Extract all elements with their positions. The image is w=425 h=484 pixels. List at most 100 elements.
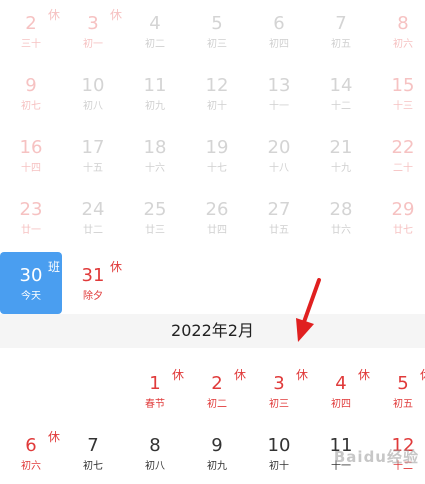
day-number: 17 xyxy=(81,137,105,158)
day-cell[interactable]: 11 初九 xyxy=(124,62,186,124)
day-cell[interactable]: 23 廿一 xyxy=(0,186,62,248)
day-cell[interactable]: 9 初七 xyxy=(0,62,62,124)
day-cell[interactable]: 31 除夕休 xyxy=(62,252,124,314)
day-cell[interactable]: 17 十五 xyxy=(62,124,124,186)
day-cell[interactable]: 7 初七 xyxy=(62,422,124,484)
day-cell[interactable]: 4 初二 xyxy=(124,0,186,62)
lunar-date-label: 初三 xyxy=(207,39,227,50)
lunar-date-label: 今天 xyxy=(21,291,41,302)
day-cell[interactable]: 18 十六 xyxy=(124,124,186,186)
day-number: 5 xyxy=(397,373,409,394)
holiday-badge: 休 xyxy=(420,366,425,383)
holiday-badge: 休 xyxy=(47,430,60,444)
day-cell[interactable]: 3 初三休 xyxy=(248,360,310,422)
day-cell[interactable]: 2 初二休 xyxy=(186,360,248,422)
holiday-badge: 休 xyxy=(233,368,246,382)
day-number: 28 xyxy=(329,199,353,220)
day-cell[interactable]: 8 初八 xyxy=(124,422,186,484)
day-number: 11 xyxy=(143,75,167,96)
lunar-date-label: 初三 xyxy=(269,399,289,410)
day-cell[interactable]: 25 廿三 xyxy=(124,186,186,248)
lunar-date-label: 十四 xyxy=(21,163,41,174)
lunar-date-label: 春节 xyxy=(145,399,165,410)
lunar-date-label: 初八 xyxy=(145,461,165,472)
lunar-date-label: 初六 xyxy=(21,461,41,472)
day-cell[interactable]: 6 初四 xyxy=(248,0,310,62)
day-cell[interactable]: 5 初三 xyxy=(186,0,248,62)
lunar-date-label: 廿二 xyxy=(83,225,103,236)
lunar-date-label: 十一 xyxy=(269,101,289,112)
day-cell[interactable]: 10 初十 xyxy=(248,422,310,484)
day-number: 23 xyxy=(19,199,43,220)
week-row: 16 十四 17 十五 18 十六 19 十七 20 十八 21 十九 22 二十 xyxy=(0,124,425,186)
day-number: 18 xyxy=(143,137,167,158)
lunar-date-label: 初二 xyxy=(207,399,227,410)
day-number: 7 xyxy=(335,13,347,34)
week-row: 23 廿一 24 廿二 25 廿三 26 廿四 27 廿五 28 廿六 29 廿七 xyxy=(0,186,425,248)
week-row: 9 初七 10 初八 11 初九 12 初十 13 十一 14 十二 15 十三 xyxy=(0,62,425,124)
lunar-date-label: 初七 xyxy=(21,101,41,112)
lunar-date-label: 十三 xyxy=(393,101,413,112)
lunar-date-label: 廿三 xyxy=(145,225,165,236)
today-day-cell[interactable]: 30 今天班 xyxy=(0,252,62,314)
day-cell[interactable]: 12 初十 xyxy=(186,62,248,124)
day-number: 5 xyxy=(211,13,223,34)
day-cell[interactable]: 3 初一休 xyxy=(62,0,124,62)
day-cell[interactable]: 10 初八 xyxy=(62,62,124,124)
day-number: 20 xyxy=(267,137,291,158)
lunar-date-label: 初十 xyxy=(269,461,289,472)
lunar-date-label: 二十 xyxy=(393,163,413,174)
day-number: 12 xyxy=(205,75,229,96)
lunar-date-label: 廿五 xyxy=(269,225,289,236)
lunar-date-label: 十七 xyxy=(207,163,227,174)
day-cell[interactable]: 22 二十 xyxy=(372,124,425,186)
day-cell[interactable]: 2 三十休 xyxy=(0,0,62,62)
lunar-date-label: 廿六 xyxy=(331,225,351,236)
holiday-badge: 休 xyxy=(109,8,122,22)
day-number: 19 xyxy=(205,137,229,158)
day-number: 9 xyxy=(211,435,223,456)
day-cell[interactable]: 21 十九 xyxy=(310,124,372,186)
january-calendar-grid: 2 三十休 3 初一休 4 初二 5 初三 6 初四 7 初五 8 初六 9 初七 10 初八 11 初九 12 初十 13… xyxy=(0,0,425,248)
day-cell[interactable]: 8 初六 xyxy=(372,0,425,62)
lunar-date-label: 除夕 xyxy=(83,291,103,302)
day-cell[interactable]: 29 廿七 xyxy=(372,186,425,248)
lunar-date-label: 十九 xyxy=(331,163,351,174)
lunar-date-label: 十五 xyxy=(83,163,103,174)
empty-day-cell xyxy=(0,360,62,422)
day-cell[interactable]: 26 廿四 xyxy=(186,186,248,248)
day-number: 25 xyxy=(143,199,167,220)
week-row: 30 今天班 31 除夕休 xyxy=(0,252,425,314)
holiday-badge: 休 xyxy=(171,368,184,382)
day-cell[interactable]: 6 初六休 xyxy=(0,422,62,484)
lunar-date-label: 初七 xyxy=(83,461,103,472)
holiday-badge: 休 xyxy=(109,260,122,274)
day-cell[interactable]: 28 廿六 xyxy=(310,186,372,248)
day-number: 24 xyxy=(81,199,105,220)
lunar-date-label: 三十 xyxy=(21,39,41,50)
day-cell[interactable]: 19 十七 xyxy=(186,124,248,186)
lunar-date-label: 十六 xyxy=(145,163,165,174)
day-number: 10 xyxy=(267,435,291,456)
lunar-date-label: 初九 xyxy=(145,101,165,112)
day-cell[interactable]: 24 廿二 xyxy=(62,186,124,248)
watermark-logo: Baidu经验 xyxy=(333,448,419,466)
day-cell[interactable]: 4 初四休 xyxy=(310,360,372,422)
day-cell[interactable]: 13 十一 xyxy=(248,62,310,124)
lunar-date-label: 初一 xyxy=(83,39,103,50)
day-cell[interactable]: 20 十八 xyxy=(248,124,310,186)
day-cell[interactable]: 16 十四 xyxy=(0,124,62,186)
january-last-week-row: 30 今天班 31 除夕休 xyxy=(0,252,425,314)
day-number: 8 xyxy=(397,13,409,34)
day-cell[interactable]: 27 廿五 xyxy=(248,186,310,248)
lunar-date-label: 初十 xyxy=(207,101,227,112)
day-cell[interactable]: 15 十三 xyxy=(372,62,425,124)
lunar-date-label: 初九 xyxy=(207,461,227,472)
day-cell[interactable]: 7 初五 xyxy=(310,0,372,62)
day-number: 22 xyxy=(391,137,415,158)
day-cell[interactable]: 5 初五 休 xyxy=(372,360,425,422)
day-cell[interactable]: 9 初九 xyxy=(186,422,248,484)
day-cell[interactable]: 1 春节休 xyxy=(124,360,186,422)
lunar-date-label: 初五 xyxy=(393,399,413,410)
day-cell[interactable]: 14 十二 xyxy=(310,62,372,124)
